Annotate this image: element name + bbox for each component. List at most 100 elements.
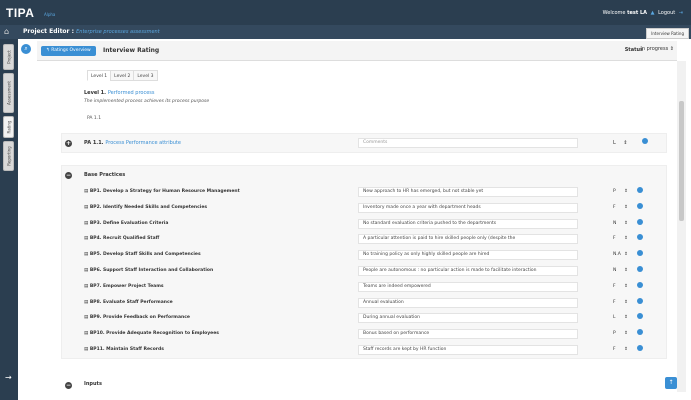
bp-doc-icon[interactable]: ▤: [84, 315, 88, 320]
select-caret-icon: ⇕: [624, 204, 628, 210]
bp-comment-input[interactable]: No training policy as only highly skille…: [358, 250, 578, 261]
bp-doc-icon[interactable]: ▤: [84, 236, 88, 241]
bp-name: ▤ BP5. Develop Staff Skills and Competen…: [84, 252, 201, 257]
select-caret-icon: ⇕: [623, 140, 628, 146]
vertical-scrollbar[interactable]: [677, 61, 686, 392]
search-icon[interactable]: ⌕: [21, 44, 31, 54]
bp-doc-icon[interactable]: ▤: [84, 284, 88, 289]
bp-comment-input[interactable]: During annual evaluation: [358, 313, 578, 324]
interview-rating-tooltip: Interview Rating: [646, 28, 689, 39]
bp-doc-icon[interactable]: ▤: [84, 205, 88, 210]
tab-assessment-label: Assessment: [6, 81, 11, 105]
bp-note-icon[interactable]: [637, 266, 643, 272]
bp-label: BP11. Maintain Staff Records: [89, 347, 164, 352]
pa-name: Process Performance attribute: [105, 140, 181, 146]
bp-doc-icon[interactable]: ▤: [84, 300, 88, 305]
username-link[interactable]: test LA: [627, 10, 647, 16]
tab-assessment[interactable]: Assessment: [3, 73, 14, 113]
ratings-overview-button[interactable]: ↰ Ratings Overview: [41, 46, 96, 56]
collapse-minus-icon[interactable]: −: [65, 382, 72, 389]
bp-note-icon[interactable]: [637, 329, 643, 336]
project-name: Enterprise processes assessment: [76, 29, 160, 35]
bp-label: BP10. Provide Adequate Recognition to Em…: [89, 331, 219, 337]
bp-comment-input[interactable]: New approach to HR has emerged, but not …: [358, 187, 578, 197]
bp-doc-icon[interactable]: ▤: [84, 347, 88, 352]
tab-reporting-label: Reporting: [6, 146, 11, 166]
bp-note-icon[interactable]: [637, 187, 643, 193]
bp-doc-icon[interactable]: ▤: [84, 189, 88, 194]
tab-project-label: Project: [6, 50, 11, 64]
bp-note-icon[interactable]: [637, 345, 643, 351]
pa-rating-value: L: [613, 140, 616, 146]
welcome-area: Welcome test LA ▲ Logout ⇥: [603, 10, 685, 16]
scrollbar-thumb[interactable]: [679, 101, 684, 221]
bp-note-icon[interactable]: [637, 218, 643, 225]
app-logo: TIPA: [6, 6, 35, 20]
bp-comment-input[interactable]: People are autonomous : no particular ac…: [358, 266, 578, 276]
ratings-overview-label: Ratings Overview: [51, 48, 91, 53]
tab-project[interactable]: Project: [3, 44, 14, 70]
level-title: Level 1. Performed process: [84, 90, 155, 96]
bp-rating-select[interactable]: N: [613, 221, 616, 226]
pa-chip[interactable]: PA 1.1: [87, 116, 101, 121]
bp-comment-input[interactable]: Inventory made once a year with departme…: [358, 202, 578, 213]
bp-comment-input[interactable]: No standard evaluation criteria pushed t…: [358, 218, 578, 229]
bp-rating-select[interactable]: P: [613, 331, 616, 336]
bp-comment-input[interactable]: A particular attention is paid to hire s…: [358, 234, 578, 245]
bp-doc-icon[interactable]: ▤: [84, 268, 88, 273]
bp-note-icon[interactable]: [637, 202, 643, 209]
bp-doc-icon[interactable]: ▤: [84, 331, 88, 336]
level-tabs: Level 1 Level 2 Level 3: [87, 70, 158, 81]
bp-label: BP9. Provide Feedback on Performance: [89, 315, 190, 321]
tab-level-2[interactable]: Level 2: [110, 70, 135, 81]
home-icon[interactable]: ⌂: [4, 28, 12, 36]
tab-reporting[interactable]: Reporting: [3, 141, 14, 171]
logout-icon[interactable]: ⇥: [679, 10, 683, 16]
table-row: ▤ BP10. Provide Adequate Recognition to …: [64, 326, 664, 342]
bp-comment-input[interactable]: Annual evaluation: [358, 297, 578, 308]
bp-comment-input[interactable]: Teams are indeed empowered: [358, 281, 578, 292]
pa-rating-select[interactable]: L ⇕: [613, 140, 628, 146]
bp-rating-select[interactable]: F: [613, 205, 616, 210]
status-select[interactable]: In progress ⇕: [640, 46, 674, 52]
bp-rating-select[interactable]: F: [613, 347, 616, 352]
bp-rating-select[interactable]: L: [613, 315, 616, 320]
tab-level-3[interactable]: Level 3: [133, 70, 158, 81]
main-content: Level 1 Level 2 Level 3 Level 1. Performed…: [37, 61, 677, 400]
bp-rating-select[interactable]: P: [613, 189, 616, 194]
bp-comment-input[interactable]: Staff records are kept by HR function: [358, 345, 578, 355]
bp-doc-icon[interactable]: ▤: [84, 252, 88, 257]
bp-comment-input[interactable]: Bonus based on performance: [358, 329, 578, 340]
logout-link[interactable]: Logout: [658, 10, 675, 16]
bp-note-icon[interactable]: [637, 281, 643, 288]
bp-note-icon[interactable]: [637, 250, 643, 257]
select-caret-icon: ⇕: [624, 189, 628, 194]
pa-note-icon[interactable]: [642, 138, 648, 144]
expand-plus-icon[interactable]: +: [65, 140, 72, 147]
left-vertical-tabs: Project Assessment Rating Reporting →: [0, 39, 18, 400]
bp-rating-select[interactable]: F: [613, 300, 616, 305]
bp-label: BP4. Recruit Qualified Staff: [89, 236, 160, 242]
bp-note-icon[interactable]: [637, 297, 643, 304]
collapse-arrow-icon[interactable]: →: [5, 373, 12, 382]
scroll-top-button[interactable]: ↑: [665, 377, 677, 389]
bp-rating-select[interactable]: N: [613, 268, 616, 273]
bp-note-icon[interactable]: [637, 234, 643, 241]
bp-name: ▤ BP7. Empower Project Teams: [84, 284, 164, 289]
bp-rating-select[interactable]: N.A: [613, 252, 621, 257]
level-description: The implemented process achieves its pro…: [84, 99, 210, 104]
select-caret-icon: ⇕: [624, 236, 628, 242]
collapse-minus-icon[interactable]: −: [65, 172, 72, 179]
bp-rating-select[interactable]: F: [613, 236, 616, 241]
bp-name: ▤ BP4. Recruit Qualified Staff: [84, 236, 159, 241]
tab-level-1[interactable]: Level 1: [87, 70, 112, 81]
bp-label: BP1. Develop a Strategy for Human Resour…: [89, 189, 240, 194]
bp-note-icon[interactable]: [637, 313, 643, 320]
pa-comment-input[interactable]: Comments: [358, 138, 578, 148]
bp-doc-icon[interactable]: ▤: [84, 221, 88, 226]
table-row: ▤ BP11. Maintain Staff Records Staff reco…: [64, 342, 664, 358]
bp-rating-select[interactable]: F: [613, 284, 616, 289]
back-arrow-icon: ↰: [46, 48, 50, 53]
tab-rating[interactable]: Rating: [3, 116, 14, 138]
select-caret-icon: ⇕: [624, 315, 628, 321]
